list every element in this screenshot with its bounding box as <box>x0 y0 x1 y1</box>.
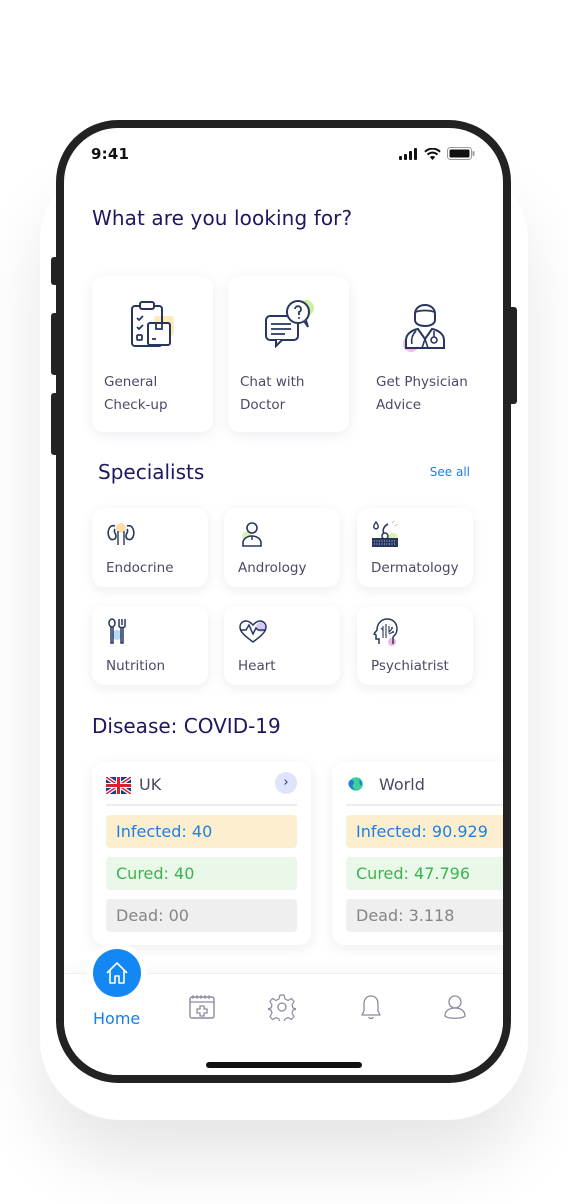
chat-question-icon <box>265 300 314 349</box>
phone-frame: 9:41 What are you looking for? General C… <box>56 120 511 1083</box>
covid-card-header: UK › <box>106 772 297 806</box>
service-card-chat-with-doctor[interactable]: Chat with Doctor <box>228 276 349 432</box>
service-label-line1: General <box>104 374 158 390</box>
service-label-line2: Advice <box>376 397 422 413</box>
status-icons <box>399 147 475 160</box>
service-card-physician-advice[interactable]: Get Physician Advice <box>364 276 485 432</box>
male-person-icon <box>242 522 262 547</box>
home-indicator[interactable] <box>206 1062 362 1068</box>
page-title: What are you looking for? <box>92 206 353 230</box>
covid-card-header: World <box>346 775 503 806</box>
dead-stat: Dead: 3.118 <box>346 899 503 932</box>
covid-card-uk[interactable]: UK › Infected: 40 Cured: 40 Dead: 00 <box>92 762 311 945</box>
see-all-link[interactable]: See all <box>430 465 470 479</box>
specialist-label: Psychiatrist <box>371 658 449 674</box>
specialist-card-nutrition[interactable]: Nutrition <box>92 606 208 685</box>
skin-layer-icon <box>372 520 399 547</box>
specialist-card-andrology[interactable]: Andrology <box>224 508 340 587</box>
service-label: Get Physician Advice <box>376 371 468 417</box>
nav-notifications-button[interactable] <box>356 992 386 1022</box>
cured-stat: Cured: 47.796 <box>346 857 503 890</box>
specialists-heading: Specialists <box>98 460 205 484</box>
gear-icon <box>268 994 296 1021</box>
specialist-card-psychiatrist[interactable]: Psychiatrist <box>357 606 473 685</box>
signal-icon <box>399 147 417 160</box>
service-label-line1: Chat with <box>240 374 305 390</box>
service-label: Chat with Doctor <box>240 371 304 417</box>
nav-home-button[interactable] <box>93 949 141 997</box>
screen: 9:41 What are you looking for? General C… <box>64 128 503 1075</box>
bell-icon <box>361 995 381 1020</box>
battery-icon <box>447 147 475 160</box>
specialist-card-heart[interactable]: Heart <box>224 606 340 685</box>
cured-stat: Cured: 40 <box>106 857 297 890</box>
region-name: UK <box>139 775 162 794</box>
service-label-line1: Get Physician <box>376 374 468 390</box>
home-icon <box>106 962 128 984</box>
infected-stat: Infected: 90.929 <box>346 815 503 848</box>
nav-appointments-button[interactable] <box>187 992 217 1022</box>
chevron-right-icon[interactable]: › <box>275 772 297 794</box>
region-name: World <box>379 775 425 794</box>
nav-profile-button[interactable] <box>440 992 470 1022</box>
infected-stat: Infected: 40 <box>106 815 297 848</box>
user-icon <box>444 995 466 1019</box>
specialist-label: Dermatology <box>371 560 459 576</box>
uk-flag-icon <box>106 777 131 794</box>
specialist-label: Heart <box>238 658 276 674</box>
calendar-medical-icon <box>189 995 215 1019</box>
globe-icon <box>348 777 363 791</box>
brain-head-icon <box>372 618 398 646</box>
clipboard-icon <box>131 301 174 347</box>
disease-heading: Disease: COVID-19 <box>92 714 281 738</box>
doctor-icon <box>403 304 445 352</box>
specialist-card-dermatology[interactable]: Dermatology <box>357 508 473 587</box>
specialist-label: Endocrine <box>106 560 174 576</box>
specialist-label: Andrology <box>238 560 307 576</box>
dead-stat: Dead: 00 <box>106 899 297 932</box>
service-label: General Check-up <box>104 371 168 417</box>
service-label-line2: Check-up <box>104 397 168 413</box>
power-button <box>511 307 517 404</box>
nav-home-label[interactable]: Home <box>93 1009 140 1028</box>
specialist-card-endocrine[interactable]: Endocrine <box>92 508 208 587</box>
nav-settings-button[interactable] <box>267 992 297 1022</box>
heart-pulse-icon <box>239 620 267 643</box>
covid-card-world[interactable]: World Infected: 90.929 Cured: 47.796 Dea… <box>332 762 503 945</box>
specialist-label: Nutrition <box>106 658 166 674</box>
service-card-general-checkup[interactable]: General Check-up <box>92 276 213 432</box>
status-time: 9:41 <box>91 145 130 163</box>
fork-spoon-icon <box>108 618 126 644</box>
wifi-icon <box>424 147 441 160</box>
service-label-line2: Doctor <box>240 397 286 413</box>
kidney-icon <box>107 523 135 545</box>
